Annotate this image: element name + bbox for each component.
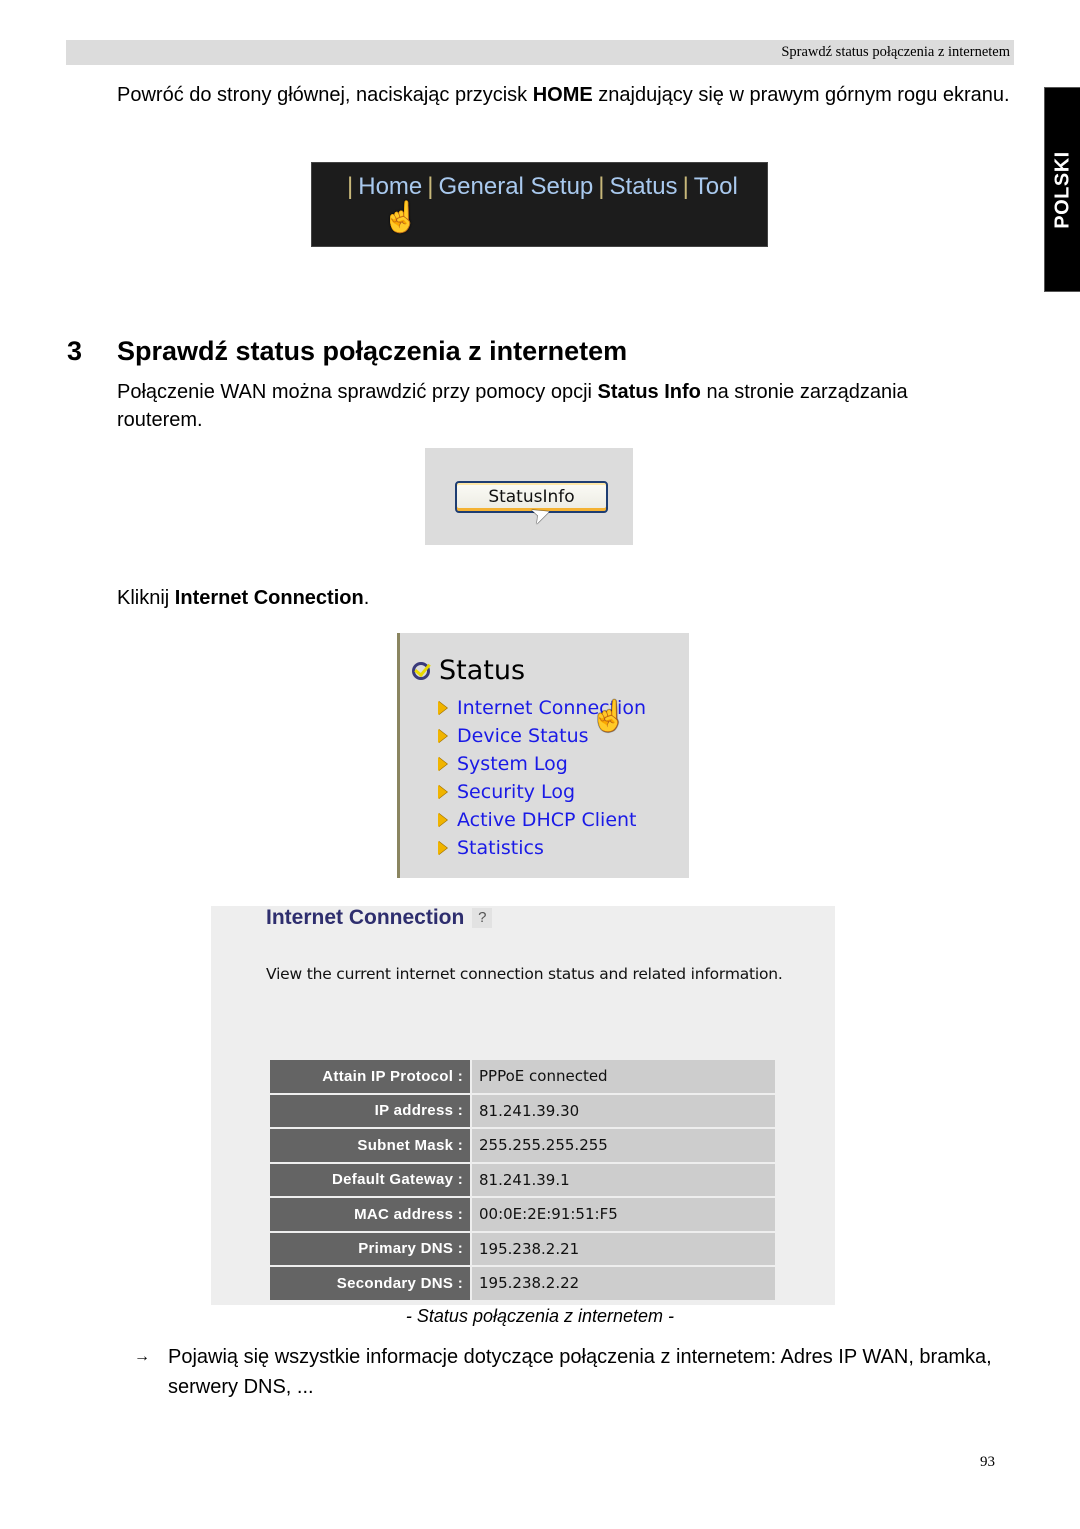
triangle-bullet-icon [438, 729, 447, 743]
menu-link-statistics[interactable]: Statistics [457, 837, 544, 859]
arrow-right-icon: → [134, 1348, 150, 1365]
router-nav-screenshot: | Home | General Setup | Status | Tool ☝ [311, 162, 768, 247]
triangle-bullet-icon [438, 757, 447, 771]
running-header-title: Sprawdź status połączenia z internetem [781, 44, 1010, 60]
status-menu-item[interactable]: Security Log [438, 778, 646, 806]
menu-link-system-log[interactable]: System Log [457, 753, 568, 775]
menu-link-security-log[interactable]: Security Log [457, 781, 575, 803]
row-value: 195.238.2.21 [472, 1232, 775, 1265]
row-value: 00:0E:2E:91:51:F5 [472, 1198, 775, 1231]
row-value: 195.238.2.22 [472, 1267, 775, 1300]
table-row: MAC address :00:0E:2E:91:51:F5 [270, 1198, 775, 1231]
nav-link-home[interactable]: Home [358, 173, 422, 201]
internet-connection-description: View the current internet connection sta… [266, 965, 783, 983]
row-value: 81.241.39.30 [472, 1094, 775, 1127]
language-tab-label: POLSKI [1051, 150, 1073, 229]
statusinfo-screenshot: StatusInfo ➤ [425, 448, 633, 545]
table-row: Secondary DNS :195.238.2.22 [270, 1267, 775, 1300]
hand-pointer-icon: ☝ [382, 201, 420, 234]
row-value: PPPoE connected [472, 1060, 775, 1093]
section-paragraph: Połączenie WAN można sprawdzić przy pomo… [117, 378, 937, 434]
table-row: Default Gateway :81.241.39.1 [270, 1163, 775, 1196]
row-value: 81.241.39.1 [472, 1163, 775, 1196]
triangle-bullet-icon [438, 785, 447, 799]
nav-separator: | [682, 173, 689, 200]
menu-link-device-status[interactable]: Device Status [457, 725, 589, 747]
nav-link-general-setup[interactable]: General Setup [439, 173, 594, 201]
triangle-bullet-icon [438, 841, 447, 855]
nav-separator: | [427, 173, 434, 200]
row-value: 255.255.255.255 [472, 1129, 775, 1162]
triangle-bullet-icon [438, 701, 447, 715]
running-header: Sprawdź status połączenia z internetem [66, 40, 1014, 65]
click-bold-internet-connection: Internet Connection [174, 587, 364, 609]
nav-separator: | [598, 173, 605, 200]
status-menu-item[interactable]: Statistics [438, 834, 646, 862]
language-tab: POLSKI [1044, 87, 1080, 292]
router-nav-links: | Home | General Setup | Status | Tool [342, 173, 738, 201]
menu-link-active-dhcp-client[interactable]: Active DHCP Client [457, 809, 637, 831]
internet-connection-heading: Internet Connection ? [266, 906, 493, 930]
internet-connection-title: Internet Connection [266, 906, 465, 929]
row-label: Default Gateway : [270, 1163, 470, 1196]
row-label: Attain IP Protocol : [270, 1060, 470, 1093]
row-label: IP address : [270, 1094, 470, 1127]
intro-paragraph: Powróć do strony głównej, naciskając prz… [117, 81, 1017, 109]
status-menu-item[interactable]: Active DHCP Client [438, 806, 646, 834]
row-label: Subnet Mask : [270, 1129, 470, 1162]
nav-link-tool[interactable]: Tool [694, 173, 738, 201]
internet-connection-screenshot: Internet Connection ? View the current i… [211, 906, 835, 1305]
table-row: Attain IP Protocol : PPPoE connected [270, 1060, 775, 1093]
nav-separator: | [347, 173, 354, 200]
page-number: 93 [980, 1454, 995, 1470]
section-bold-status-info: Status Info [597, 381, 701, 403]
triangle-bullet-icon [438, 813, 447, 827]
intro-bold-home: HOME [532, 84, 593, 106]
connection-info-table: Attain IP Protocol : PPPoE connected IP a… [268, 1058, 777, 1302]
help-icon[interactable]: ? [472, 908, 493, 928]
click-text-before: Kliknij [117, 587, 175, 609]
section-title: Sprawdź status połączenia z internetem [117, 336, 628, 366]
nav-link-status[interactable]: Status [610, 173, 678, 201]
section-number: 3 [67, 336, 83, 366]
figure-caption: - Status połączenia z internetem - [405, 1306, 675, 1326]
row-label: Primary DNS : [270, 1232, 470, 1265]
intro-text-before: Powróć do strony głównej, naciskając prz… [117, 84, 533, 106]
status-menu-screenshot: Status Internet Connection Device Status… [397, 633, 689, 878]
intro-text-after: znajdujący się w prawym górnym rogu ekra… [592, 84, 1010, 106]
table-row: IP address :81.241.39.30 [270, 1094, 775, 1127]
row-label: Secondary DNS : [270, 1267, 470, 1300]
table-row: Primary DNS :195.238.2.21 [270, 1232, 775, 1265]
status-menu-item[interactable]: System Log [438, 750, 646, 778]
result-paragraph: → Pojawią się wszystkie informacje dotyc… [134, 1342, 996, 1402]
result-text: Pojawią się wszystkie informacje dotyczą… [168, 1346, 992, 1398]
check-circle-icon [412, 661, 430, 680]
section-text-before: Połączenie WAN można sprawdzić przy pomo… [117, 381, 598, 403]
click-text-after: . [363, 587, 370, 609]
status-menu-header: Status [412, 655, 525, 686]
hand-pointer-icon: ☝ [590, 700, 628, 733]
click-instruction: Kliknij Internet Connection. [117, 584, 369, 612]
table-row: Subnet Mask :255.255.255.255 [270, 1129, 775, 1162]
row-label: MAC address : [270, 1198, 470, 1231]
status-menu-title: Status [439, 655, 526, 686]
